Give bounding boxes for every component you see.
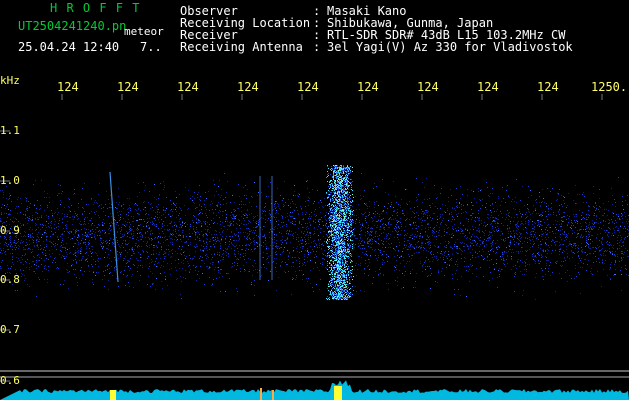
antenna-value: 3el Yagi(V) Az 330 for Vladivostok xyxy=(327,40,573,54)
file-name: UT2504241240.pn xyxy=(18,19,127,33)
power-baseline xyxy=(0,380,629,400)
count: 7.. xyxy=(140,40,162,54)
app-title: H R O F F T xyxy=(50,1,141,15)
meteor-echo xyxy=(326,165,354,300)
noise-band xyxy=(0,173,629,300)
x-label: 124 xyxy=(477,80,499,94)
y-label: 1.0 xyxy=(0,174,20,187)
power-marker xyxy=(260,388,262,400)
x-label: 124 xyxy=(237,80,259,94)
x-label: 1250. xyxy=(591,80,628,94)
file-suffix: meteor xyxy=(124,25,164,38)
meteor-streak xyxy=(109,171,119,283)
antenna-colon: : xyxy=(313,40,321,54)
power-marker xyxy=(272,390,274,400)
y-label: 0.6 xyxy=(0,374,20,387)
x-label: 124 xyxy=(117,80,139,94)
y-axis-unit: kHz xyxy=(0,74,20,87)
x-label: 124 xyxy=(177,80,199,94)
datetime: 25.04.24 12:40 xyxy=(18,40,120,54)
x-label: 124 xyxy=(57,80,79,94)
y-label: 0.8 xyxy=(0,273,20,286)
waterfall-spectrogram xyxy=(0,94,629,400)
antenna-label: Receiving Antenna xyxy=(180,40,303,54)
x-label: 124 xyxy=(297,80,319,94)
power-marker xyxy=(334,386,342,400)
y-label: 0.7 xyxy=(0,323,20,336)
power-marker xyxy=(110,390,116,400)
x-label: 124 xyxy=(537,80,559,94)
x-label: 124 xyxy=(417,80,439,94)
y-label: 0.9 xyxy=(0,224,20,237)
hrofft-screen: H R O F F T UT2504241240.pn meteor 25.04… xyxy=(0,0,629,400)
x-label: 124 xyxy=(357,80,379,94)
y-label: 1.1 xyxy=(0,124,20,137)
